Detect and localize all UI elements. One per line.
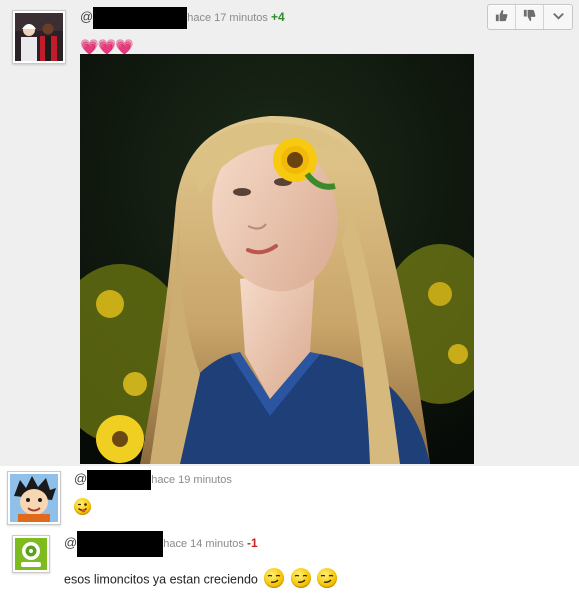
downvote-button[interactable] <box>516 5 544 29</box>
mention-at: @ <box>74 470 88 486</box>
thumbs-up-icon <box>494 8 509 26</box>
comment-score: +4 <box>270 9 285 24</box>
tongue-wink-emoji <box>74 498 91 515</box>
avatar[interactable] <box>12 10 66 64</box>
smirk-emoji <box>264 568 285 588</box>
mention-at: @ <box>80 8 94 24</box>
comment-time: hace 17 minutos <box>187 11 268 24</box>
vote-buttons <box>487 4 573 30</box>
mention-at: @ <box>64 534 78 550</box>
redacted-username <box>77 531 164 557</box>
smirk-emoji <box>290 568 311 588</box>
redacted-username <box>93 7 188 29</box>
redacted-username <box>87 470 152 490</box>
avatar-green-logo-icon <box>15 538 47 570</box>
comment-body: esos limoncitos ya estan creciendo <box>64 568 338 590</box>
avatar-cartoon-boy-icon <box>10 474 58 522</box>
upvote-button[interactable] <box>488 5 516 29</box>
avatar[interactable] <box>7 471 61 525</box>
photo-girl-sunflower-icon[interactable] <box>80 54 474 464</box>
comment-meta: @ hace 19 minutos <box>74 470 232 490</box>
thumbs-down-icon <box>522 8 537 26</box>
comment-time: hace 19 minutos <box>151 473 232 486</box>
more-options-button[interactable] <box>544 5 572 29</box>
comment-time: hace 14 minutos <box>163 537 244 550</box>
comment-meta: @ hace 17 minutos +4 <box>80 7 285 29</box>
comment-meta: @ hace 14 minutos -1 <box>64 531 258 557</box>
comment-text: esos limoncitos ya estan creciendo <box>64 572 258 587</box>
comment-score: -1 <box>246 535 258 550</box>
chevron-down-icon <box>551 8 566 26</box>
avatar[interactable] <box>12 535 50 573</box>
avatar-couple-icon <box>15 13 63 61</box>
smirk-emoji <box>317 568 338 588</box>
